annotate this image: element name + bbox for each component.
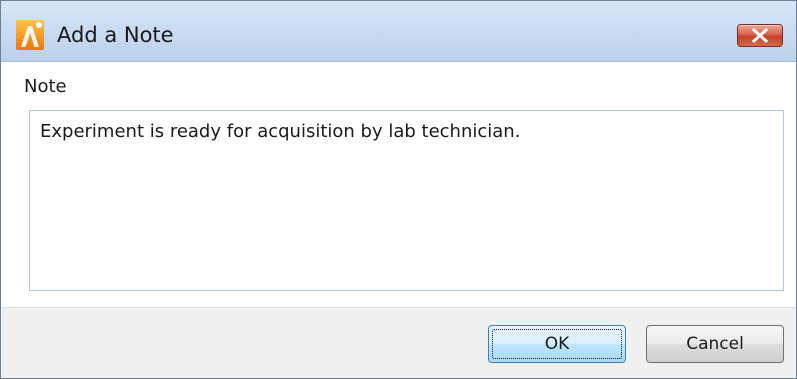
close-button[interactable]	[737, 24, 783, 47]
dialog-body: Note Experiment is ready for acquisition…	[1, 62, 796, 307]
title-bar[interactable]: Add a Note	[1, 1, 796, 62]
note-textarea[interactable]: Experiment is ready for acquisition by l…	[29, 110, 784, 291]
dialog-title: Add a Note	[57, 23, 174, 47]
cancel-button-label: Cancel	[686, 334, 744, 354]
ok-button[interactable]: OK	[488, 325, 626, 363]
dialog-footer: OK Cancel	[1, 307, 796, 378]
cancel-button[interactable]: Cancel	[646, 325, 784, 363]
note-label: Note	[24, 76, 67, 97]
ok-button-label: OK	[544, 334, 570, 354]
app-logo-icon	[16, 20, 44, 50]
add-note-dialog: Add a Note Note Experiment is ready for …	[0, 0, 797, 379]
